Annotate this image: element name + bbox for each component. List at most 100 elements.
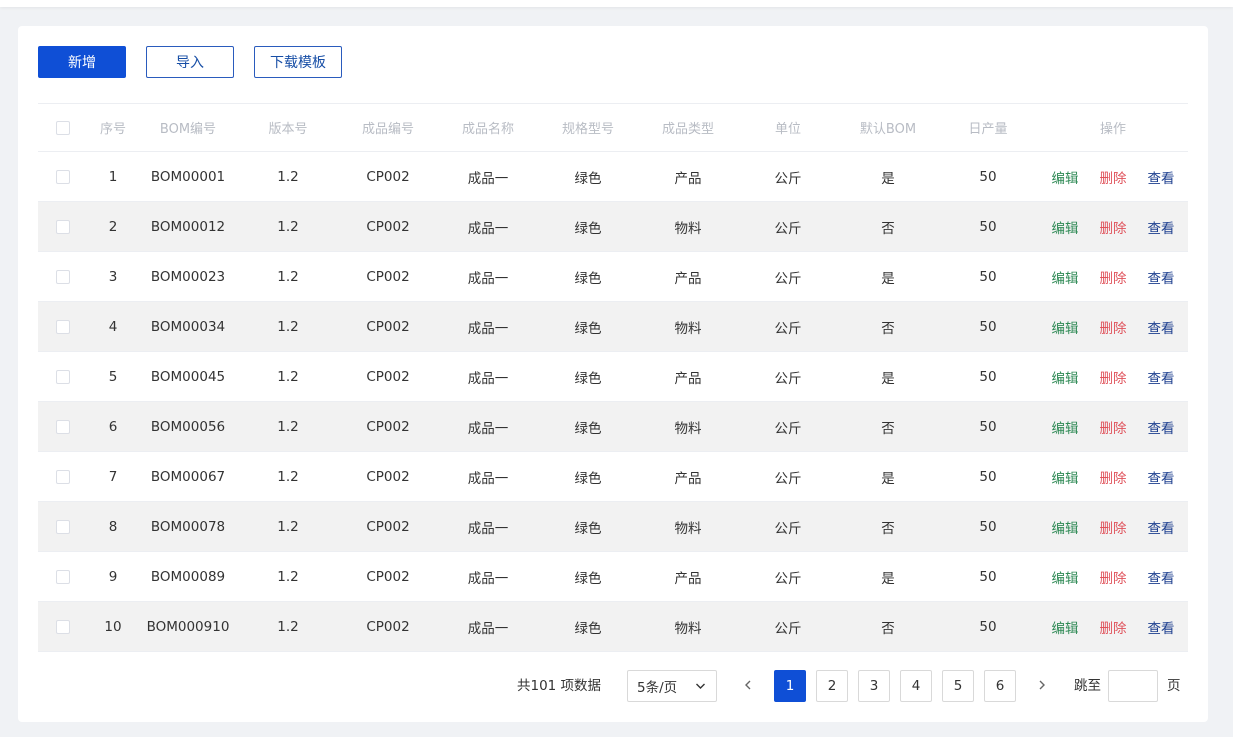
delete-link[interactable]: 删除	[1100, 317, 1127, 337]
view-link[interactable]: 查看	[1148, 267, 1175, 287]
edit-link[interactable]: 编辑	[1052, 367, 1079, 387]
jump-page-input[interactable]	[1108, 670, 1158, 702]
row-checkbox[interactable]	[56, 619, 70, 634]
row-daily-output: 50	[938, 401, 1038, 452]
header-product-code: 成品编号	[338, 103, 438, 152]
row-select-cell	[38, 601, 88, 652]
row-spec: 绿色	[538, 601, 638, 652]
import-button[interactable]: 导入	[146, 46, 234, 78]
row-spec: 绿色	[538, 501, 638, 552]
edit-link[interactable]: 编辑	[1052, 167, 1079, 187]
view-link[interactable]: 查看	[1148, 217, 1175, 237]
row-unit: 公斤	[738, 401, 838, 452]
row-daily-output: 50	[938, 351, 1038, 402]
chevron-right-icon[interactable]	[1032, 670, 1052, 702]
row-actions: 编辑 删除 查看	[1038, 401, 1188, 452]
table-body: 1 BOM00001 1.2 CP002 成品一 绿色 产品 公斤是 50 编辑 删除 查看 2 BOM0…	[38, 151, 1188, 652]
edit-link[interactable]: 编辑	[1052, 617, 1079, 637]
row-checkbox[interactable]	[56, 469, 70, 484]
row-checkbox[interactable]	[56, 369, 70, 384]
row-checkbox[interactable]	[56, 169, 70, 184]
row-default-bom: 是	[838, 351, 938, 402]
edit-link[interactable]: 编辑	[1052, 317, 1079, 337]
delete-link[interactable]: 删除	[1100, 167, 1127, 187]
row-checkbox[interactable]	[56, 419, 70, 434]
row-checkbox[interactable]	[56, 519, 70, 534]
edit-link[interactable]: 编辑	[1052, 267, 1079, 287]
row-product-type: 物料	[638, 301, 738, 352]
page-size-value: 5条/页	[637, 680, 678, 696]
view-link[interactable]: 查看	[1148, 167, 1175, 187]
edit-link[interactable]: 编辑	[1052, 567, 1079, 587]
view-link[interactable]: 查看	[1148, 467, 1175, 487]
row-spec: 绿色	[538, 301, 638, 352]
total-count: 共101 项数据	[517, 678, 602, 694]
edit-link[interactable]: 编辑	[1052, 417, 1079, 437]
table-row: 2 BOM00012 1.2 CP002 成品一 绿色 物料 公斤否 50 编辑 删除 查看	[38, 201, 1188, 252]
row-product-code: CP002	[338, 201, 438, 252]
row-product-name: 成品一	[438, 601, 538, 652]
delete-link[interactable]: 删除	[1100, 217, 1127, 237]
page-3-button[interactable]: 3	[858, 670, 890, 702]
row-bom-code: BOM00034	[138, 301, 238, 352]
table-row: 7 BOM00067 1.2 CP002 成品一 绿色 产品 公斤是 50 编辑 删除 查看	[38, 451, 1188, 502]
table-row: 6 BOM00056 1.2 CP002 成品一 绿色 物料 公斤否 50 编辑 删除 查看	[38, 401, 1188, 452]
page-size-select[interactable]: 5条/页	[627, 670, 717, 702]
edit-link[interactable]: 编辑	[1052, 217, 1079, 237]
row-unit: 公斤	[738, 201, 838, 252]
row-version: 1.2	[238, 251, 338, 302]
row-actions: 编辑 删除 查看	[1038, 201, 1188, 252]
row-unit: 公斤	[738, 301, 838, 352]
row-default-bom: 是	[838, 151, 938, 202]
view-link[interactable]: 查看	[1148, 417, 1175, 437]
download-template-button[interactable]: 下载模板	[254, 46, 342, 78]
row-product-code: CP002	[338, 601, 438, 652]
delete-link[interactable]: 删除	[1100, 417, 1127, 437]
view-link[interactable]: 查看	[1148, 317, 1175, 337]
row-checkbox[interactable]	[56, 319, 70, 334]
row-product-type: 产品	[638, 551, 738, 602]
row-checkbox[interactable]	[56, 219, 70, 234]
delete-link[interactable]: 删除	[1100, 617, 1127, 637]
row-daily-output: 50	[938, 251, 1038, 302]
edit-link[interactable]: 编辑	[1052, 467, 1079, 487]
header-spec: 规格型号	[538, 103, 638, 152]
chevron-left-icon[interactable]	[738, 670, 758, 702]
page-2-button[interactable]: 2	[816, 670, 848, 702]
row-checkbox[interactable]	[56, 269, 70, 284]
table-header-row: 序号 BOM编号 版本号 成品编号 成品名称 规格型号 成品类型 单位 默认BO…	[38, 103, 1188, 152]
row-default-bom: 是	[838, 251, 938, 302]
top-header-bar	[0, 0, 1233, 7]
delete-link[interactable]: 删除	[1100, 267, 1127, 287]
delete-link[interactable]: 删除	[1100, 567, 1127, 587]
page-4-button[interactable]: 4	[900, 670, 932, 702]
edit-link[interactable]: 编辑	[1052, 517, 1079, 537]
row-spec: 绿色	[538, 201, 638, 252]
row-no: 4	[88, 301, 138, 352]
view-link[interactable]: 查看	[1148, 367, 1175, 387]
delete-link[interactable]: 删除	[1100, 367, 1127, 387]
view-link[interactable]: 查看	[1148, 617, 1175, 637]
delete-link[interactable]: 删除	[1100, 467, 1127, 487]
header-unit: 单位	[738, 103, 838, 152]
row-product-name: 成品一	[438, 351, 538, 402]
row-no: 3	[88, 251, 138, 302]
page-5-button[interactable]: 5	[942, 670, 974, 702]
delete-link[interactable]: 删除	[1100, 517, 1127, 537]
row-default-bom: 否	[838, 301, 938, 352]
view-link[interactable]: 查看	[1148, 517, 1175, 537]
row-product-type: 物料	[638, 601, 738, 652]
select-all-checkbox[interactable]	[56, 120, 70, 135]
row-spec: 绿色	[538, 251, 638, 302]
table-row: 10 BOM000910 1.2 CP002 成品一 绿色 物料 公斤否 50 编辑 删除 查看	[38, 601, 1188, 652]
row-spec: 绿色	[538, 351, 638, 402]
view-link[interactable]: 查看	[1148, 567, 1175, 587]
page-6-button[interactable]: 6	[984, 670, 1016, 702]
page-1-button[interactable]: 1	[774, 670, 806, 702]
row-product-type: 物料	[638, 401, 738, 452]
row-select-cell	[38, 451, 88, 502]
row-checkbox[interactable]	[56, 569, 70, 584]
add-button[interactable]: 新增	[38, 46, 126, 78]
row-unit: 公斤	[738, 451, 838, 502]
row-default-bom: 否	[838, 601, 938, 652]
